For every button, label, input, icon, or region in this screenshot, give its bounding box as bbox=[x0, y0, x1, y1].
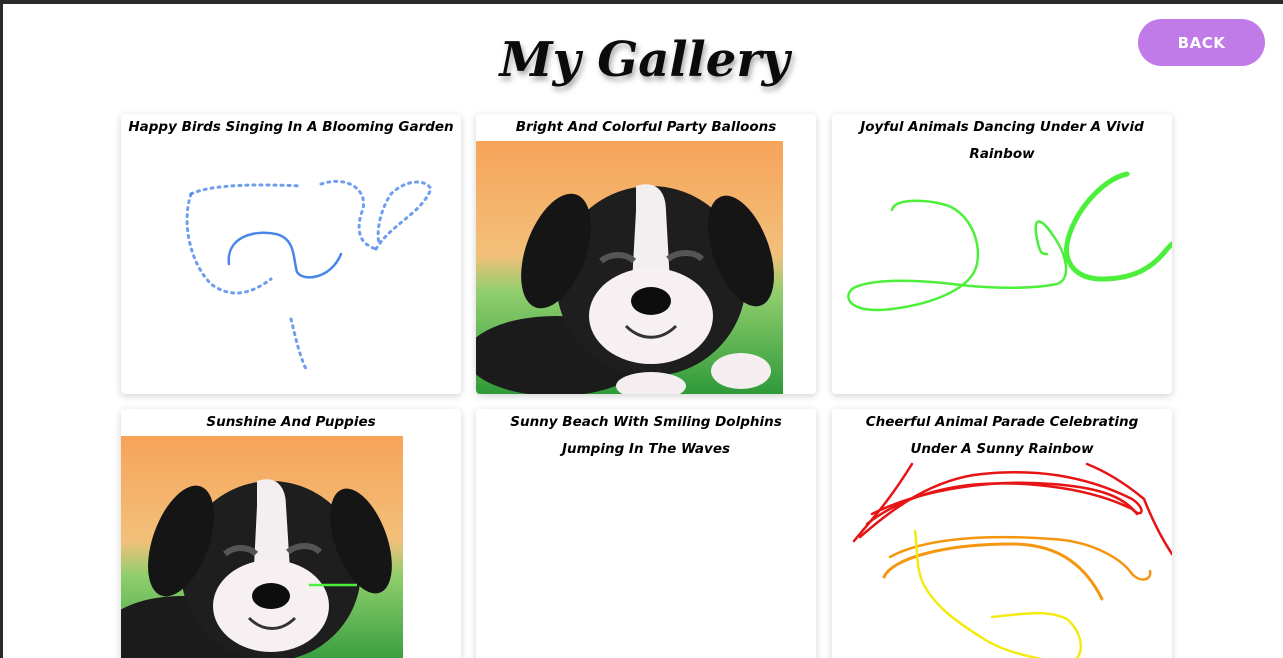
gallery-card[interactable]: Sunshine And Puppies bbox=[121, 409, 461, 658]
app-window: My Gallery BACK Happy Birds Singing In A… bbox=[0, 0, 1283, 658]
gallery-card[interactable]: Happy Birds Singing In A Blooming Garden bbox=[121, 114, 461, 394]
card-title: Sunny Beach With Smiling Dolphins Jumpin… bbox=[510, 414, 782, 457]
card-title: Cheerful Animal Parade Celebrating Under… bbox=[865, 414, 1139, 457]
drawing-canvas bbox=[832, 114, 1172, 394]
drawing-canvas bbox=[121, 114, 461, 394]
card-title: Bright And Colorful Party Balloons bbox=[515, 119, 777, 135]
back-button[interactable]: BACK bbox=[1138, 19, 1265, 66]
gallery-card[interactable]: Bright And Colorful Party Balloons bbox=[476, 114, 816, 394]
puppy-image bbox=[476, 141, 783, 394]
page-title: My Gallery bbox=[499, 32, 790, 88]
gallery-card[interactable]: Joyful Animals Dancing Under A Vivid Rai… bbox=[832, 114, 1172, 394]
gallery-card[interactable]: Cheerful Animal Parade Celebrating Under… bbox=[832, 409, 1172, 658]
gallery-card[interactable]: Sunny Beach With Smiling Dolphins Jumpin… bbox=[476, 409, 816, 658]
puppy-image bbox=[121, 436, 403, 658]
card-title: Sunshine And Puppies bbox=[206, 414, 376, 430]
drawing-canvas bbox=[832, 459, 1172, 658]
